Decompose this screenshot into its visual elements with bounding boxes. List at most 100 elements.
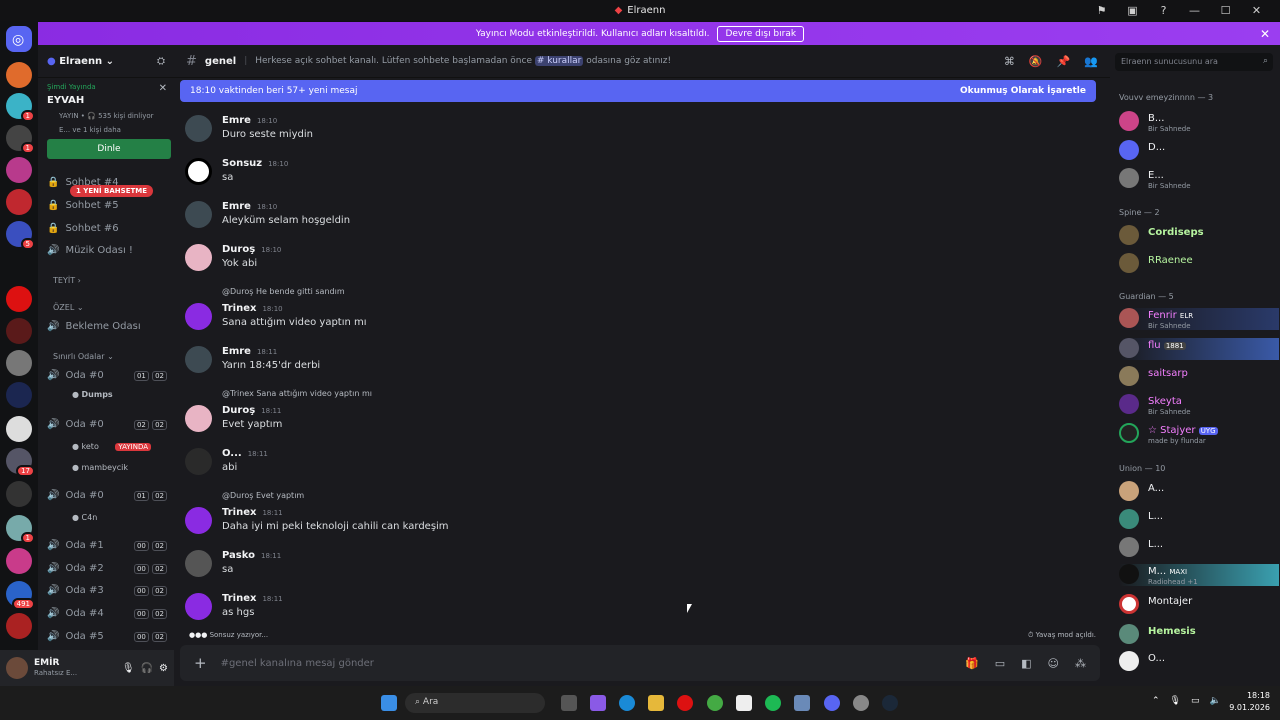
close-button[interactable]: ✕ bbox=[1241, 4, 1272, 17]
listen-button[interactable]: Dinle bbox=[47, 139, 171, 159]
member[interactable]: Hemesis bbox=[1119, 624, 1279, 646]
avatar[interactable] bbox=[185, 507, 212, 534]
server-icon[interactable] bbox=[6, 416, 32, 442]
network-icon[interactable]: ▭ bbox=[1191, 696, 1200, 706]
member[interactable]: Montajer bbox=[1119, 594, 1279, 616]
message-author[interactable]: Trinex 18:11 bbox=[222, 593, 283, 604]
server-icon[interactable] bbox=[6, 62, 32, 88]
add-member-icon[interactable]: ⛭ bbox=[157, 56, 165, 67]
close-live-card-icon[interactable]: ✕ bbox=[159, 83, 167, 94]
edge-icon[interactable] bbox=[619, 695, 635, 711]
start-menu-icon[interactable] bbox=[381, 695, 397, 711]
server-icon[interactable] bbox=[6, 286, 32, 312]
voice-user[interactable]: ● mambeycik bbox=[72, 463, 128, 472]
member[interactable]: Fenrir ELR Bir Sahnede bbox=[1119, 308, 1279, 330]
avatar[interactable] bbox=[185, 448, 212, 475]
system-tray[interactable]: ⌃ 🎙 ▭ 🔈 bbox=[1152, 696, 1221, 706]
message-author[interactable]: Emre 18:10 bbox=[222, 201, 277, 212]
opera-icon[interactable] bbox=[677, 695, 693, 711]
avatar[interactable] bbox=[185, 158, 212, 185]
voice-user[interactable]: ● C4n bbox=[72, 513, 97, 522]
avatar[interactable] bbox=[185, 346, 212, 373]
voice-channel[interactable]: 🔊 Oda #5 00 02 bbox=[47, 627, 167, 645]
rules-link[interactable]: # kurallar bbox=[534, 56, 584, 66]
mark-as-read-button[interactable]: Okunmuş Olarak İşaretle bbox=[960, 86, 1086, 96]
help-icon[interactable]: ? bbox=[1148, 4, 1179, 17]
pin-icon[interactable]: 📌 bbox=[1057, 55, 1071, 68]
server-icon[interactable] bbox=[6, 189, 32, 215]
sticker-icon[interactable]: ◧ bbox=[1021, 657, 1031, 670]
voice-user[interactable]: ● Dumps bbox=[72, 390, 113, 399]
server-icon[interactable] bbox=[6, 157, 32, 183]
microphone-icon[interactable]: 🎙 bbox=[1170, 696, 1181, 706]
message-author[interactable]: Pasko 18:11 bbox=[222, 550, 281, 561]
app-icon[interactable] bbox=[853, 695, 869, 711]
server-icon[interactable]: 1 bbox=[6, 515, 35, 544]
member[interactable]: M... MAXI Radiohead +1 bbox=[1119, 564, 1279, 586]
message-author[interactable]: Trinex 18:11 bbox=[222, 507, 283, 518]
voice-channel[interactable]: 🔊 Oda #0 02 02 bbox=[47, 415, 167, 433]
home-icon[interactable]: ◎ bbox=[6, 26, 32, 52]
avatar[interactable] bbox=[6, 657, 28, 679]
discord-icon[interactable] bbox=[824, 695, 840, 711]
category-teyit[interactable]: TEYİT › bbox=[53, 276, 81, 285]
file-explorer-icon[interactable] bbox=[648, 695, 664, 711]
store-icon[interactable] bbox=[736, 695, 752, 711]
server-icon[interactable] bbox=[6, 613, 32, 639]
category-limited[interactable]: Sınırlı Odalar ⌄ bbox=[53, 352, 114, 361]
app-icon[interactable] bbox=[590, 695, 606, 711]
close-banner-icon[interactable]: ✕ bbox=[1260, 27, 1270, 41]
avatar[interactable] bbox=[185, 593, 212, 620]
server-icon[interactable] bbox=[6, 382, 32, 408]
member[interactable]: E... Bir Sahnede bbox=[1119, 168, 1279, 190]
headphones-icon[interactable]: 🎧 bbox=[141, 663, 153, 674]
server-icon[interactable]: 17 bbox=[6, 448, 35, 477]
server-icon[interactable] bbox=[6, 548, 32, 574]
server-icon[interactable]: 1 bbox=[6, 125, 35, 154]
reply-preview[interactable]: @Duroş He bende gitti sandım bbox=[222, 287, 345, 296]
reply-preview[interactable]: @Trinex Sana attığım video yaptın mı bbox=[222, 389, 372, 398]
channel-muzik-odasi[interactable]: 🔊 Müzik Odası ! bbox=[47, 241, 167, 259]
flag-icon[interactable]: ⚑ bbox=[1086, 4, 1117, 17]
message-composer[interactable]: + #genel kanalına mesaj gönder 🎁 ▭ ◧ ☺ ⁂ bbox=[180, 645, 1100, 681]
apps-icon[interactable]: ⁂ bbox=[1075, 657, 1086, 670]
member[interactable]: Skeyta Bir Sahnede bbox=[1119, 394, 1279, 416]
member[interactable]: B... Bir Sahnede bbox=[1119, 111, 1279, 133]
server-header[interactable]: ● Elraenn ⌄ ⛭ bbox=[38, 45, 174, 78]
clock[interactable]: 18:18 9.01.2026 bbox=[1229, 690, 1270, 714]
avatar[interactable] bbox=[185, 405, 212, 432]
avatar[interactable] bbox=[185, 115, 212, 142]
member[interactable]: L... bbox=[1119, 509, 1279, 531]
member[interactable]: D... bbox=[1119, 140, 1279, 162]
member[interactable]: A... bbox=[1119, 481, 1279, 503]
server-icon[interactable]: 491 bbox=[6, 581, 35, 610]
channel-sohbet-6[interactable]: 🔒 Sohbet #6 bbox=[47, 219, 167, 237]
avatar[interactable] bbox=[185, 201, 212, 228]
voice-channel[interactable]: 🔊 Oda #3 00 02 bbox=[47, 581, 167, 599]
voice-channel[interactable]: 🔊 Oda #0 01 02 bbox=[47, 486, 167, 504]
member[interactable]: ☆ Stajyer UYG made by flundar bbox=[1119, 423, 1279, 445]
steam-icon[interactable] bbox=[882, 695, 898, 711]
voice-channel[interactable]: 🔊 Oda #0 01 02 bbox=[47, 366, 167, 384]
reply-preview[interactable]: @Duroş Evet yaptım bbox=[222, 491, 304, 500]
chevron-up-icon[interactable]: ⌃ bbox=[1152, 696, 1160, 706]
task-view-icon[interactable] bbox=[561, 695, 577, 711]
server-icon[interactable] bbox=[6, 318, 32, 344]
server-icon[interactable]: 1 bbox=[6, 93, 35, 122]
voice-user[interactable]: ● keto YAYINDA bbox=[72, 442, 152, 451]
member[interactable]: saitsarp bbox=[1119, 366, 1279, 388]
member[interactable]: L... bbox=[1119, 537, 1279, 559]
message-input[interactable]: #genel kanalına mesaj gönder bbox=[221, 658, 374, 669]
voice-channel[interactable]: 🔊 Oda #2 00 02 bbox=[47, 559, 167, 577]
minimize-button[interactable]: — bbox=[1179, 4, 1210, 17]
threads-icon[interactable]: ⌘ bbox=[1004, 55, 1015, 68]
server-icon[interactable] bbox=[6, 350, 32, 376]
spotify-icon[interactable] bbox=[765, 695, 781, 711]
server-icon[interactable]: 5 bbox=[6, 221, 35, 250]
add-attachment-icon[interactable]: + bbox=[194, 654, 207, 672]
volume-icon[interactable]: 🔈 bbox=[1210, 696, 1221, 706]
member[interactable]: RRaenee bbox=[1119, 253, 1279, 275]
message-author[interactable]: Emre 18:11 bbox=[222, 346, 277, 357]
microphone-icon[interactable]: 🎙 bbox=[122, 663, 135, 674]
mute-bell-icon[interactable]: 🔕 bbox=[1029, 55, 1043, 68]
